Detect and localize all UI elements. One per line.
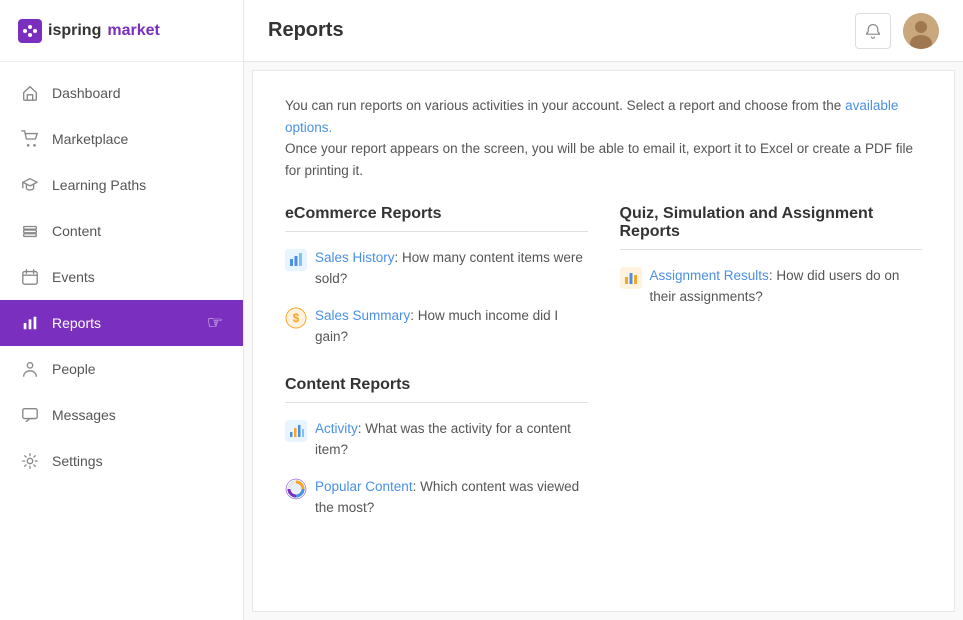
intro-line2: Once your report appears on the screen, …	[285, 138, 922, 181]
sidebar-item-people[interactable]: People	[0, 346, 243, 392]
sidebar-item-content-label: Content	[52, 223, 101, 239]
popular-content-icon	[285, 478, 307, 500]
quiz-heading: Quiz, Simulation and Assignment Reports	[620, 205, 923, 250]
sales-history-icon	[285, 249, 307, 271]
popular-content-link[interactable]: Popular Content	[315, 479, 413, 494]
sidebar-item-content[interactable]: Content	[0, 208, 243, 254]
report-item-popular-content: Popular Content: Which content was viewe…	[285, 477, 588, 519]
activity-link[interactable]: Activity	[315, 421, 358, 436]
report-item-sales-history: Sales History: How many content items we…	[285, 248, 588, 290]
avatar-image	[903, 13, 939, 49]
layers-icon	[20, 221, 40, 241]
sidebar-item-people-label: People	[52, 361, 96, 377]
content-reports-section: Content Reports Activity: What was the a…	[285, 376, 588, 519]
cart-icon	[20, 129, 40, 149]
sidebar-item-learning-paths[interactable]: Learning Paths	[0, 162, 243, 208]
sales-summary-text: Sales Summary: How much income did I gai…	[315, 306, 588, 348]
report-item-assignment-results: Assignment Results: How did users do on …	[620, 266, 923, 308]
sidebar-item-settings[interactable]: Settings	[0, 438, 243, 484]
svg-text:$: $	[293, 311, 300, 325]
avatar[interactable]	[903, 13, 939, 49]
sidebar-nav: Dashboard Marketplace Learning Paths Con…	[0, 62, 243, 620]
logo-text-ispring: ispring	[48, 22, 101, 40]
sidebar-item-learning-paths-label: Learning Paths	[52, 177, 146, 193]
activity-text: Activity: What was the activity for a co…	[315, 419, 588, 461]
sidebar: ispring market Dashboard Marketplace Lear…	[0, 0, 244, 620]
sidebar-item-marketplace-label: Marketplace	[52, 131, 128, 147]
top-bar: Reports	[244, 0, 963, 62]
content-area: You can run reports on various activitie…	[252, 70, 955, 612]
reports-grid: eCommerce Reports Sales History: How man…	[285, 205, 922, 518]
bar-chart-icon	[20, 313, 40, 333]
popular-content-text: Popular Content: Which content was viewe…	[315, 477, 588, 519]
intro-line1: You can run reports on various activitie…	[285, 95, 922, 138]
report-item-sales-summary: $ Sales Summary: How much income did I g…	[285, 306, 588, 348]
report-item-activity: Activity: What was the activity for a co…	[285, 419, 588, 461]
content-reports-heading: Content Reports	[285, 376, 588, 403]
logo: ispring market	[0, 0, 243, 62]
left-column: eCommerce Reports Sales History: How man…	[285, 205, 588, 518]
quiz-reports-section: Quiz, Simulation and Assignment Reports …	[620, 205, 923, 308]
graduation-icon	[20, 175, 40, 195]
ecommerce-reports-section: eCommerce Reports Sales History: How man…	[285, 205, 588, 348]
sidebar-item-marketplace[interactable]: Marketplace	[0, 116, 243, 162]
intro-text: You can run reports on various activitie…	[285, 95, 922, 181]
sidebar-item-messages[interactable]: Messages	[0, 392, 243, 438]
available-options-link[interactable]: available options.	[285, 98, 898, 135]
assignment-results-link[interactable]: Assignment Results	[650, 268, 769, 283]
gear-icon	[20, 451, 40, 471]
sidebar-item-reports-label: Reports	[52, 315, 101, 331]
person-icon	[20, 359, 40, 379]
logo-text-market: market	[107, 22, 159, 40]
assignment-results-icon	[620, 267, 642, 289]
cursor-hand-icon: ☞	[207, 313, 223, 334]
right-column: Quiz, Simulation and Assignment Reports …	[620, 205, 923, 518]
page-title: Reports	[268, 19, 344, 42]
sidebar-item-settings-label: Settings	[52, 453, 103, 469]
ispring-logo-icon	[18, 19, 42, 43]
sidebar-item-messages-label: Messages	[52, 407, 116, 423]
sidebar-item-dashboard-label: Dashboard	[52, 85, 121, 101]
bell-icon	[865, 23, 881, 39]
sales-history-link[interactable]: Sales History	[315, 250, 395, 265]
assignment-results-text: Assignment Results: How did users do on …	[650, 266, 923, 308]
sales-history-text: Sales History: How many content items we…	[315, 248, 588, 290]
notifications-button[interactable]	[855, 13, 891, 49]
sidebar-item-events[interactable]: Events	[0, 254, 243, 300]
sidebar-item-reports[interactable]: Reports ☞	[0, 300, 243, 346]
sales-summary-link[interactable]: Sales Summary	[315, 308, 410, 323]
sidebar-item-dashboard[interactable]: Dashboard	[0, 70, 243, 116]
sales-summary-icon: $	[285, 307, 307, 329]
home-icon	[20, 83, 40, 103]
top-bar-actions	[855, 13, 939, 49]
activity-icon	[285, 420, 307, 442]
sidebar-item-events-label: Events	[52, 269, 95, 285]
main-area: Reports You can run reports on various a…	[244, 0, 963, 620]
calendar-icon	[20, 267, 40, 287]
message-icon	[20, 405, 40, 425]
ecommerce-heading: eCommerce Reports	[285, 205, 588, 232]
